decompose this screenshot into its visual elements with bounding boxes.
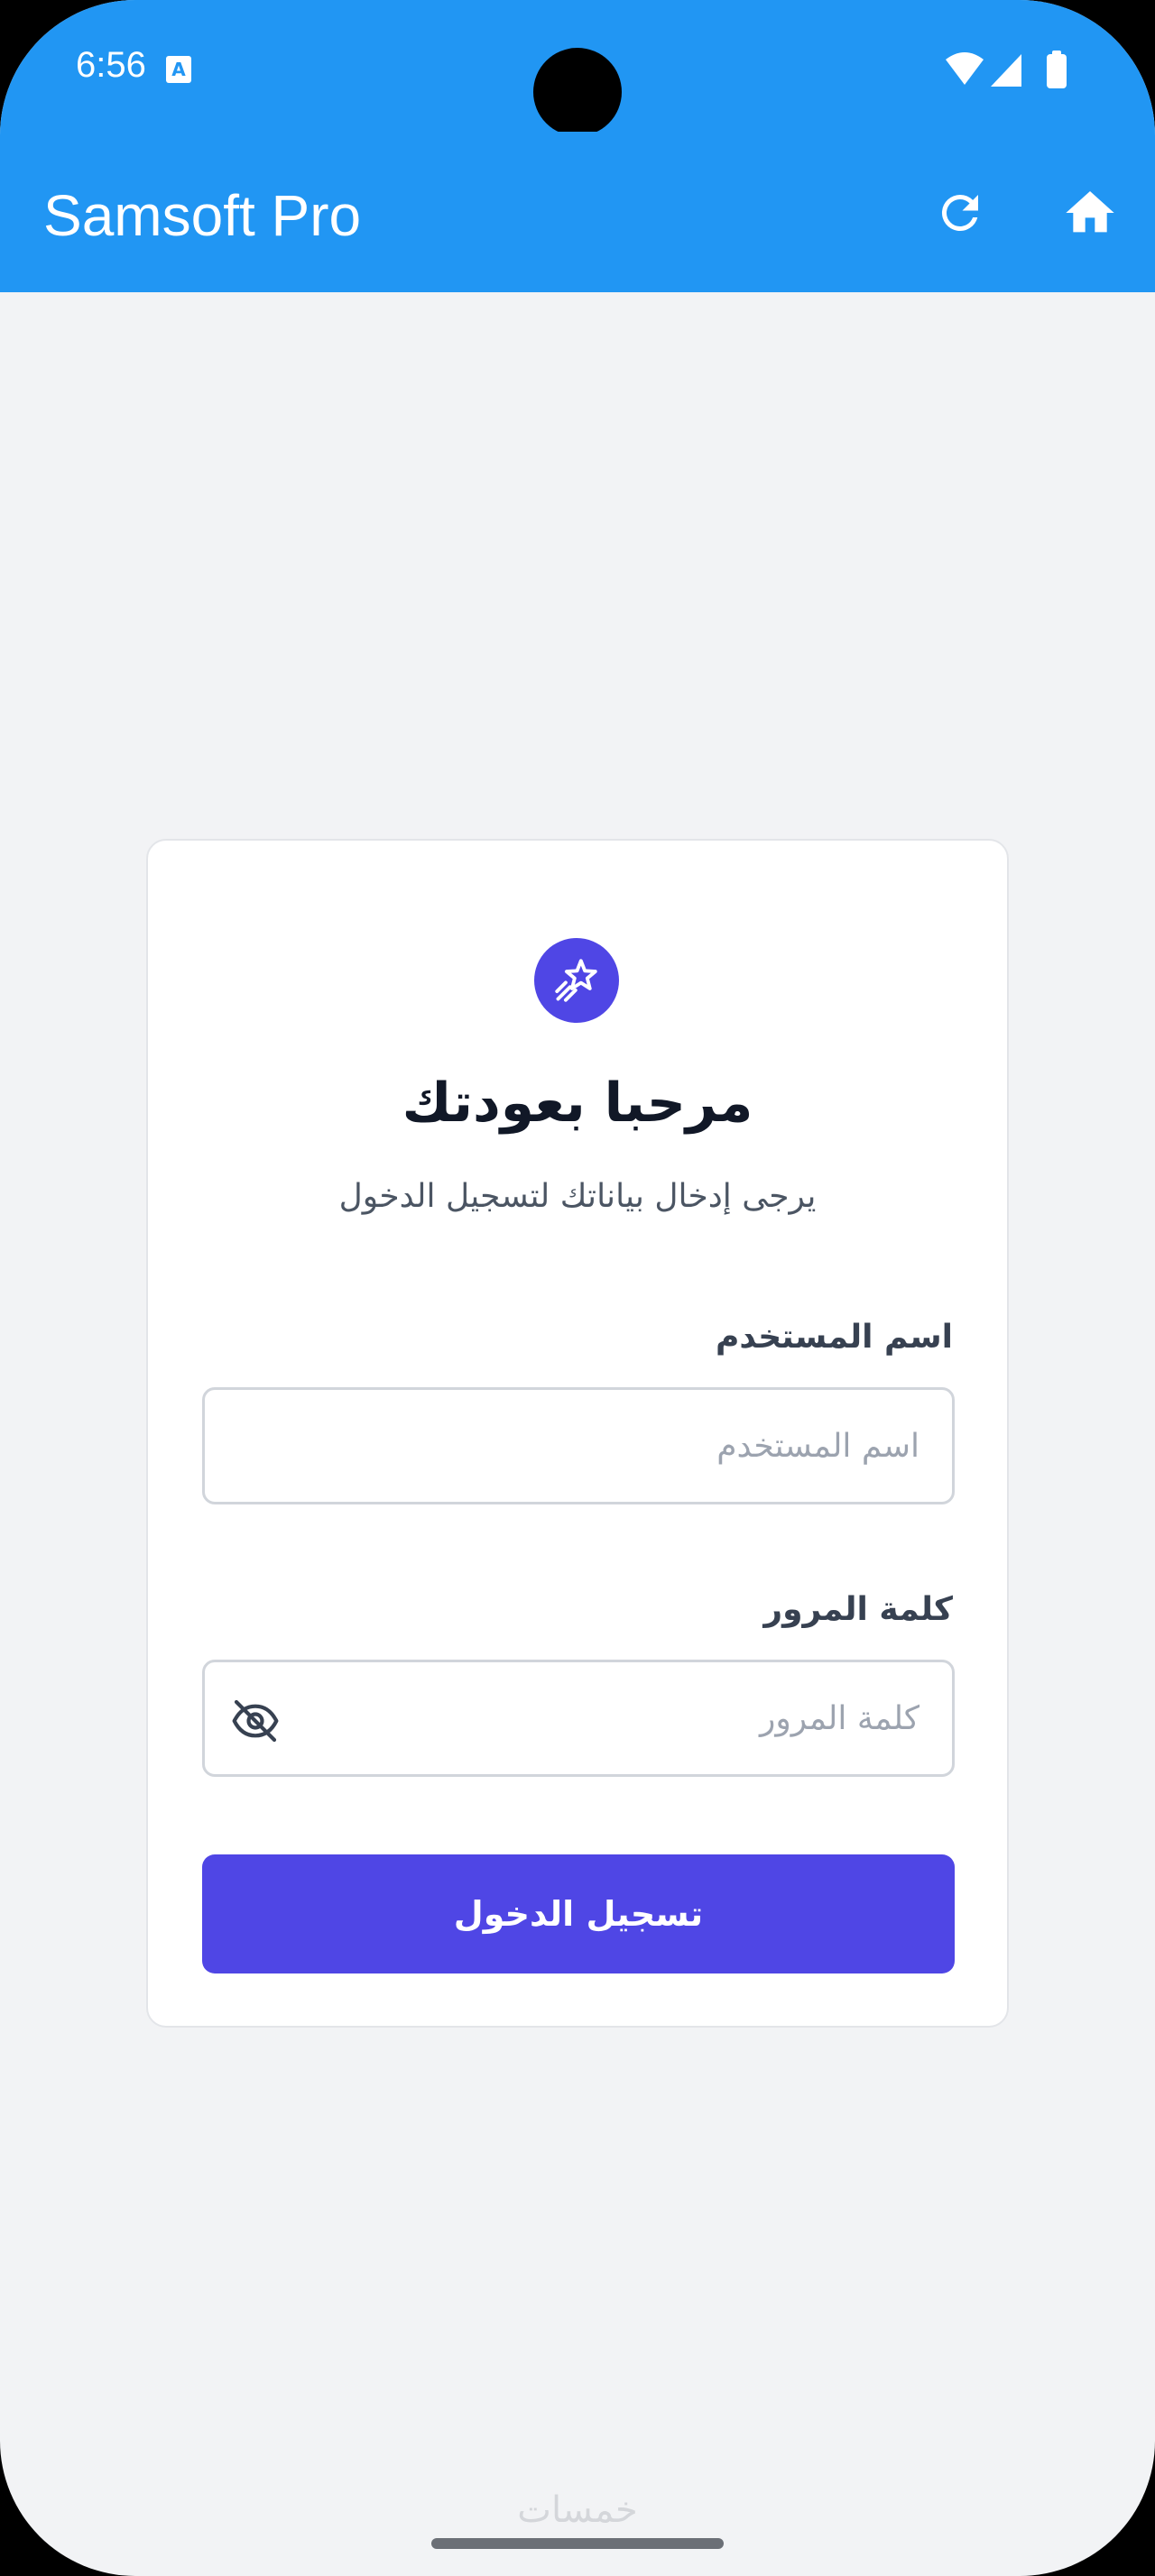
app-bar: Samsoft Pro — [0, 132, 1155, 292]
a-notification-icon: A — [166, 56, 191, 83]
wifi-icon — [946, 52, 984, 85]
watermark: خمسات — [517, 2489, 638, 2531]
signal-icon — [991, 54, 1021, 87]
home-button[interactable] — [1054, 177, 1126, 249]
username-field-box — [202, 1387, 955, 1504]
shooting-star-icon — [534, 938, 619, 1023]
password-input[interactable] — [205, 1662, 952, 1774]
status-bar: 6:56 A — [0, 0, 1155, 136]
username-label: اسم المستخدم — [716, 1319, 953, 1356]
camera-cutout — [533, 48, 622, 136]
gesture-home-indicator[interactable] — [431, 2538, 724, 2549]
eye-off-icon — [232, 1699, 279, 1743]
welcome-title: مرحبا بعودتك — [402, 1072, 753, 1135]
refresh-button[interactable] — [924, 177, 996, 249]
app-title: Samsoft Pro — [43, 183, 362, 248]
refresh-icon — [941, 194, 978, 231]
phone-screen: 6:56 A Samsoft Pro مرحبا بعودتك يرجى إدخ… — [0, 0, 1155, 2576]
login-button[interactable]: تسجيل الدخول — [202, 1854, 955, 1973]
home-icon — [1066, 191, 1114, 233]
password-visibility-toggle[interactable] — [228, 1694, 282, 1748]
login-card: مرحبا بعودتك يرجى إدخال بياناتك لتسجيل ا… — [146, 839, 1009, 2028]
username-input[interactable] — [205, 1390, 952, 1502]
password-field-box — [202, 1660, 955, 1777]
password-label: كلمة المرور — [763, 1591, 953, 1628]
welcome-subtitle: يرجى إدخال بياناتك لتسجيل الدخول — [338, 1178, 817, 1215]
status-time: 6:56 — [76, 45, 146, 85]
battery-icon — [1047, 51, 1067, 88]
status-icons — [946, 51, 1067, 88]
